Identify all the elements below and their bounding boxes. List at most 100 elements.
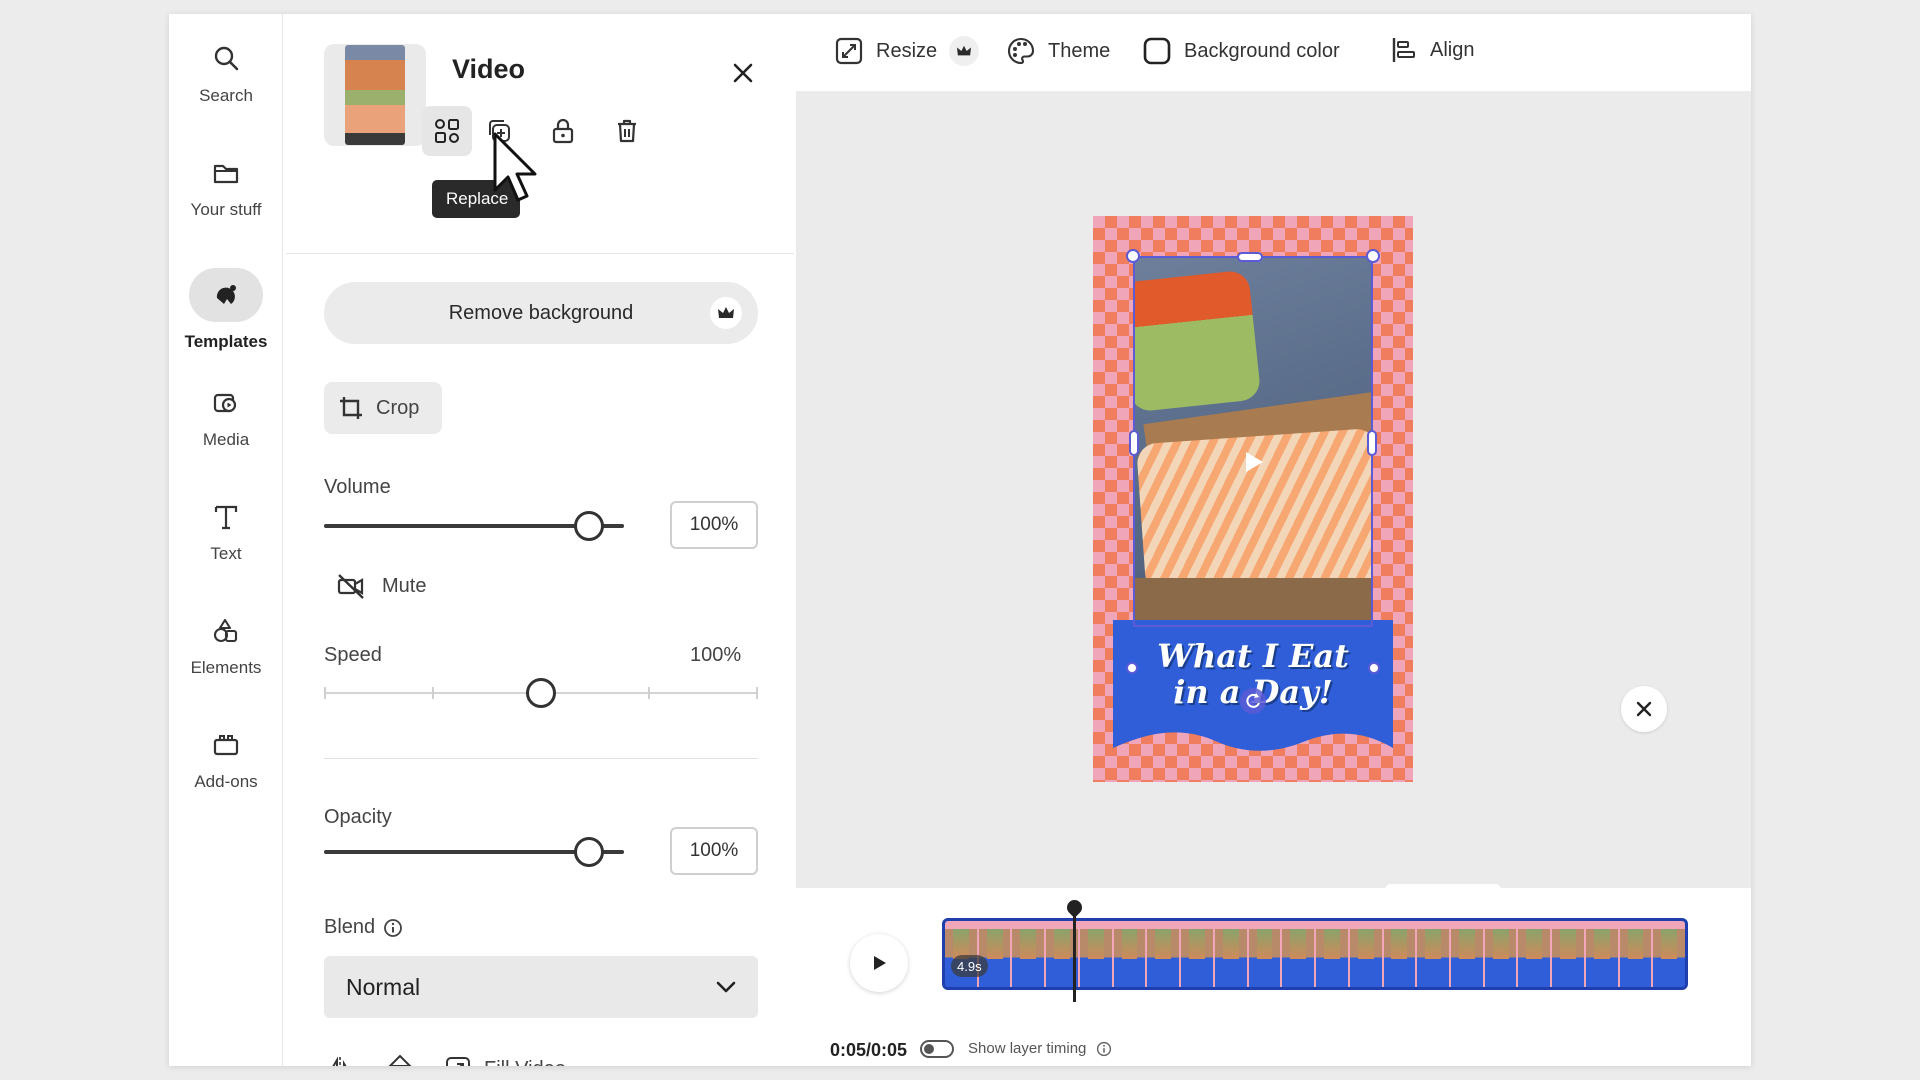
clip-frame [1417, 921, 1452, 987]
clip-frame [1619, 921, 1654, 987]
volume-slider-knob[interactable] [574, 511, 604, 541]
resize-handle[interactable] [1129, 430, 1139, 456]
rail-item-your-stuff[interactable]: Your stuff [169, 158, 283, 220]
title-banner-text-box[interactable]: What I Eat in a Day! [1113, 620, 1393, 740]
crop-label: Crop [376, 396, 420, 419]
clip-frame [1585, 921, 1620, 987]
clip-frame [1248, 921, 1283, 987]
bottom-tools: Fill Video [324, 1054, 566, 1066]
palette-icon [1007, 37, 1035, 65]
opacity-value-field[interactable]: 100% [670, 827, 758, 875]
left-rail: Search Your stuff Templates Media Text E… [169, 14, 283, 1066]
design-page[interactable]: What I Eat in a Day! [1093, 216, 1413, 782]
opacity-slider-knob[interactable] [574, 837, 604, 867]
background-color-label: Background color [1184, 39, 1340, 62]
theme-button[interactable]: Theme [1006, 36, 1110, 66]
speed-tick [432, 687, 434, 699]
close-icon [733, 63, 753, 83]
trash-icon [618, 119, 636, 143]
flip-horizontal-icon[interactable] [324, 1056, 356, 1066]
theme-label: Theme [1048, 39, 1111, 62]
delete-button[interactable] [602, 106, 652, 156]
resize-icon [835, 37, 863, 65]
elements-icon [213, 618, 238, 643]
clip-frame [1552, 921, 1586, 987]
premium-crown-icon [949, 36, 980, 66]
replace-button[interactable] [422, 106, 472, 156]
rail-item-media[interactable]: Media [169, 388, 283, 450]
mute-button[interactable]: Mute [336, 572, 426, 600]
timeline-playhead[interactable] [1073, 906, 1076, 1002]
align-button[interactable]: Align [1390, 36, 1474, 64]
background-color-icon [1143, 37, 1171, 65]
background-color-button[interactable]: Background color [1142, 36, 1340, 66]
fill-video-button[interactable]: Fill Video [444, 1055, 566, 1066]
close-pages-button[interactable] [1621, 686, 1667, 732]
speed-slider-knob[interactable] [526, 678, 556, 708]
video-clip-track[interactable]: 4.9s [942, 918, 1688, 990]
rail-label-templates: Templates [184, 332, 268, 351]
rail-item-text[interactable]: Text [169, 502, 283, 564]
panel-close-button[interactable] [726, 56, 760, 90]
resize-handle[interactable] [1126, 662, 1138, 674]
search-icon [214, 46, 239, 71]
remove-background-button[interactable]: Remove background [324, 282, 758, 344]
resize-handle[interactable] [1126, 249, 1140, 263]
resize-label: Resize [876, 39, 938, 62]
fill-video-label: Fill Video [484, 1058, 566, 1067]
rail-item-search[interactable]: Search [169, 44, 283, 106]
speed-value: 100% [690, 644, 742, 666]
clip-frame [1484, 921, 1519, 987]
lock-icon [552, 118, 574, 144]
banner-line-1: What I Eat [1157, 637, 1349, 675]
add-ons-icon [213, 735, 239, 756]
rail-label-media: Media [202, 430, 250, 449]
rail-label-elements: Elements [190, 658, 262, 677]
resize-handle[interactable] [1237, 252, 1263, 262]
crop-button[interactable]: Crop [324, 382, 442, 434]
rail-item-elements[interactable]: Elements [169, 616, 283, 678]
resize-handle[interactable] [1368, 662, 1380, 674]
rail-item-templates[interactable]: Templates [169, 268, 283, 352]
folder-icon [213, 164, 239, 184]
speed-tick [324, 687, 326, 699]
show-layer-timing-label: Show layer timing [968, 1040, 1087, 1057]
show-layer-timing-toggle[interactable] [920, 1040, 954, 1058]
clip-frame [1012, 921, 1047, 987]
clip-frame [1147, 921, 1182, 987]
timeline-play-button[interactable] [850, 934, 908, 992]
rail-label-search: Search [199, 86, 253, 105]
video-thumbnail [324, 44, 426, 146]
info-icon[interactable] [1096, 1041, 1112, 1057]
clip-frame [1181, 921, 1215, 987]
speed-tick [648, 687, 650, 699]
clip-frame [1113, 921, 1148, 987]
opacity-label: Opacity [324, 806, 392, 828]
rail-item-add-ons[interactable]: Add-ons [169, 730, 283, 792]
blend-label: Blend [324, 916, 376, 938]
info-icon[interactable] [383, 918, 403, 938]
flip-vertical-icon[interactable] [386, 1054, 414, 1066]
rail-label-add-ons: Add-ons [194, 772, 258, 791]
clip-frame [1316, 921, 1350, 987]
mouse-cursor-icon [493, 132, 537, 202]
clip-frame [1349, 921, 1384, 987]
section-divider [324, 758, 758, 759]
clip-frame [945, 921, 979, 987]
volume-value-field[interactable]: 100% [670, 501, 758, 549]
premium-crown-icon [710, 297, 742, 329]
speed-tick [756, 687, 758, 699]
clip-frame [1383, 921, 1418, 987]
rotate-icon[interactable] [1238, 686, 1268, 716]
timeline-time: 0:05/0:05 [830, 1040, 908, 1060]
resize-handle[interactable] [1366, 249, 1380, 263]
resize-handle[interactable] [1367, 430, 1377, 456]
blend-mode-select[interactable]: Normal [324, 956, 758, 1018]
selection-box [1133, 256, 1373, 627]
panel-title: Video [452, 54, 526, 84]
clip-frame [1518, 921, 1553, 987]
resize-button[interactable]: Resize [834, 36, 980, 66]
volume-label: Volume [324, 476, 391, 498]
show-layer-timing-row: Show layer timing [968, 1040, 1112, 1057]
app-window: Search Your stuff Templates Media Text E… [169, 14, 1751, 1066]
